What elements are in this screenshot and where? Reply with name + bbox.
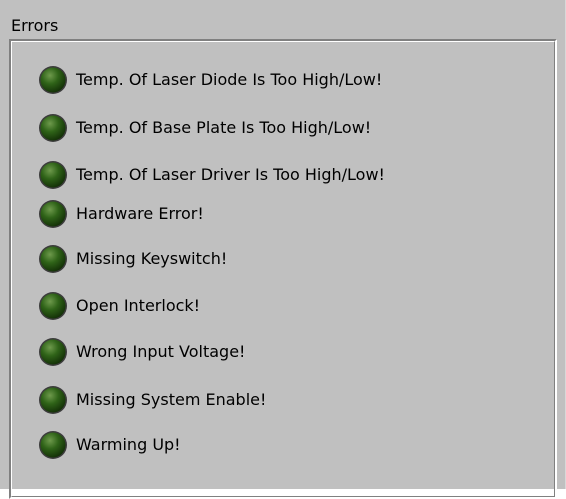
error-label: Temp. Of Laser Diode Is Too High/Low! (76, 70, 383, 89)
error-label: Missing System Enable! (76, 390, 267, 409)
error-label: Open Interlock! (76, 296, 201, 315)
errors-panel: Errors Temp. Of Laser Diode Is Too High/… (0, 0, 566, 499)
error-row-missing-system-enable: Missing System Enable! (38, 385, 266, 415)
led-indicator-icon[interactable] (38, 244, 68, 274)
led-indicator-icon[interactable] (38, 65, 68, 95)
error-row-hardware-error: Hardware Error! (38, 199, 204, 229)
error-label: Warming Up! (76, 435, 181, 454)
error-label: Temp. Of Base Plate Is Too High/Low! (76, 118, 372, 137)
error-row-laser-diode-temp: Temp. Of Laser Diode Is Too High/Low! (38, 65, 382, 95)
led-indicator-icon[interactable] (38, 113, 68, 143)
error-row-laser-driver-temp: Temp. Of Laser Driver Is Too High/Low! (38, 160, 385, 190)
error-row-open-interlock: Open Interlock! (38, 291, 200, 321)
error-label: Temp. Of Laser Driver Is Too High/Low! (76, 165, 385, 184)
led-indicator-icon[interactable] (38, 337, 68, 367)
error-row-base-plate-temp: Temp. Of Base Plate Is Too High/Low! (38, 113, 371, 143)
error-label: Missing Keyswitch! (76, 249, 228, 268)
led-indicator-icon[interactable] (38, 160, 68, 190)
error-row-warming-up: Warming Up! (38, 430, 181, 460)
led-indicator-icon[interactable] (38, 199, 68, 229)
error-label: Wrong Input Voltage! (76, 342, 246, 361)
error-row-wrong-input-voltage: Wrong Input Voltage! (38, 337, 245, 367)
error-label: Hardware Error! (76, 204, 204, 223)
led-indicator-icon[interactable] (38, 385, 68, 415)
led-indicator-icon[interactable] (38, 430, 68, 460)
errors-group-title: Errors (11, 16, 59, 35)
led-indicator-icon[interactable] (38, 291, 68, 321)
error-row-missing-keyswitch: Missing Keyswitch! (38, 244, 227, 274)
